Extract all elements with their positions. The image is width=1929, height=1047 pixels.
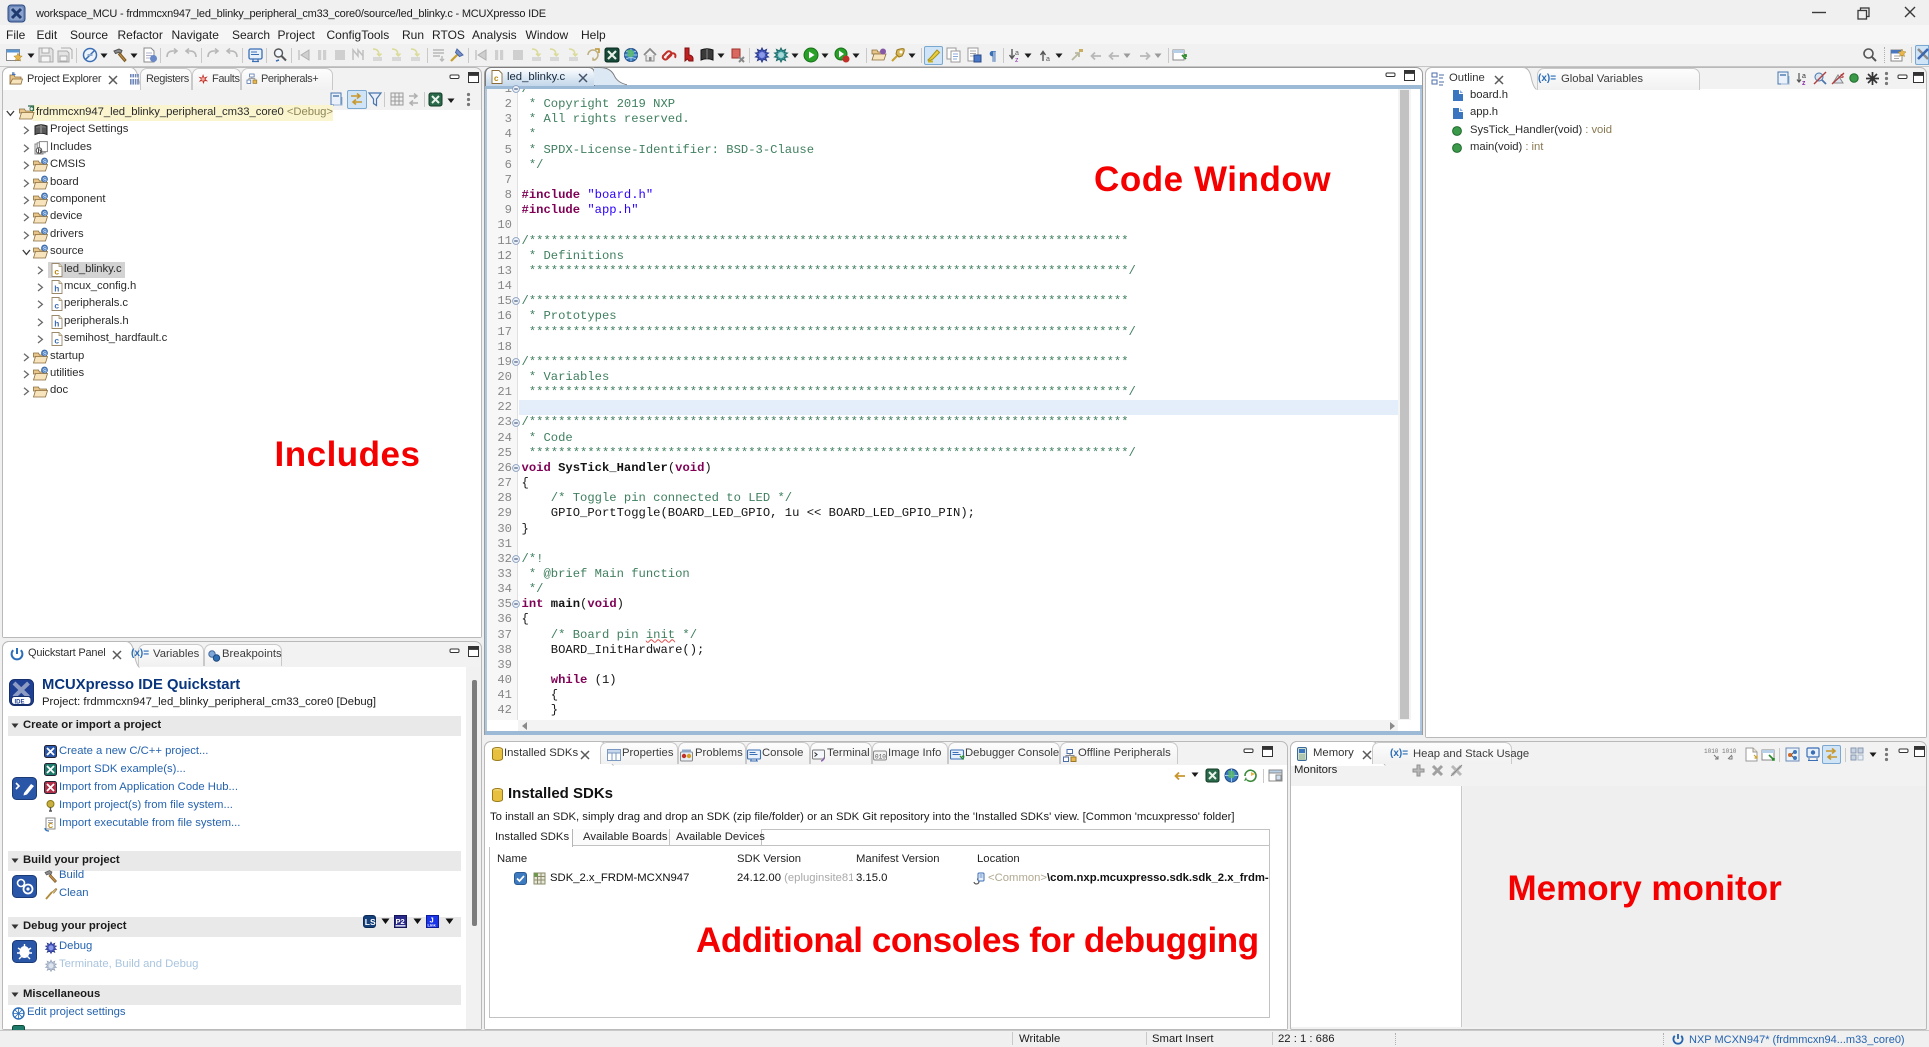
- svg-text:S: S: [43, 194, 47, 200]
- svg-text:S: S: [43, 229, 47, 235]
- svg-text:c: c: [54, 337, 59, 347]
- svg-text:S: S: [43, 212, 47, 218]
- svg-text:h: h: [54, 284, 59, 294]
- svg-text:IDE: IDE: [14, 700, 24, 706]
- svg-text:h: h: [54, 319, 59, 329]
- svg-text:Link: Link: [428, 923, 437, 928]
- svg-text:c: c: [54, 302, 59, 312]
- svg-text:S: S: [43, 177, 47, 183]
- svg-text:LS: LS: [365, 917, 376, 927]
- svg-text:010: 010: [875, 754, 886, 761]
- svg-text:P2: P2: [396, 917, 405, 926]
- svg-text:a: a: [1046, 56, 1050, 63]
- svg-text:S: S: [43, 351, 47, 357]
- svg-text:¶: ¶: [989, 49, 997, 64]
- svg-text:S: S: [43, 368, 47, 374]
- svg-text:a: a: [1015, 50, 1019, 57]
- svg-text:1010: 1010: [1722, 748, 1737, 755]
- svg-text:S: S: [43, 159, 47, 165]
- svg-text:S: S: [43, 246, 47, 252]
- svg-text:1010: 1010: [1704, 748, 1719, 755]
- svg-text:h: h: [38, 147, 42, 154]
- svg-text:z: z: [1015, 57, 1019, 64]
- svg-text:a: a: [1802, 73, 1806, 80]
- svg-text:c: c: [54, 267, 59, 277]
- svg-text:C: C: [48, 823, 53, 830]
- svg-text:C: C: [29, 108, 34, 114]
- svg-text:c: c: [494, 74, 499, 83]
- svg-text:z: z: [1802, 80, 1806, 87]
